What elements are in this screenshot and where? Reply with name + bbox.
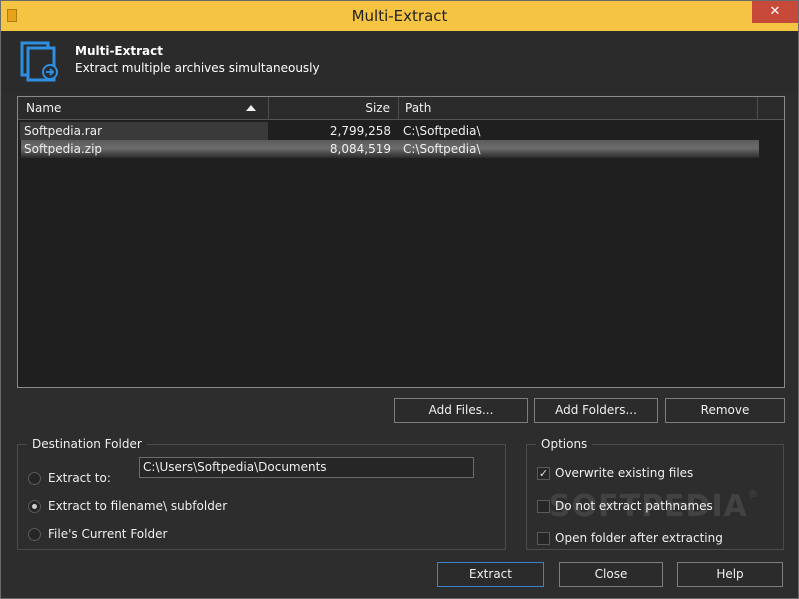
cell-path: C:\Softpedia\ (403, 142, 481, 156)
cell-name: Softpedia.rar (24, 124, 103, 138)
column-header-path[interactable]: Path (399, 97, 758, 120)
sort-ascending-icon (246, 105, 256, 111)
destination-path-input[interactable]: C:\Users\Softpedia\Documents (139, 457, 474, 478)
archive-file-list[interactable]: Name Size Path Softpedia.rar 2,799,258 C… (17, 96, 785, 388)
table-row[interactable]: Softpedia.rar 2,799,258 C:\Softpedia\ (18, 122, 784, 140)
close-button[interactable]: Close (559, 562, 663, 587)
window-close-button[interactable]: ✕ (752, 1, 798, 23)
header-subtitle: Extract multiple archives simultaneously (75, 61, 320, 75)
checkbox-box[interactable] (537, 532, 550, 545)
cell-name: Softpedia.zip (24, 142, 103, 156)
column-header-size[interactable]: Size (269, 97, 399, 120)
radio-button-selected[interactable] (28, 500, 41, 513)
options-legend: Options (536, 437, 593, 451)
archive-extract-icon (20, 41, 58, 82)
extract-to-subfolder-label: Extract to filename\ subfolder (48, 499, 228, 513)
current-folder-label: File's Current Folder (48, 527, 168, 541)
header-title: Multi-Extract (75, 44, 163, 58)
cell-size: 2,799,258 (329, 124, 391, 138)
dialog-header: Multi-Extract Extract multiple archives … (2, 32, 798, 92)
column-name-label: Name (26, 101, 62, 115)
add-folders-button[interactable]: Add Folders... (534, 398, 658, 423)
table-row[interactable]: Softpedia.zip 8,084,519 C:\Softpedia\ (21, 140, 759, 158)
checkmark-icon[interactable]: ✓ (537, 467, 550, 480)
overwrite-existing-label: Overwrite existing files (555, 466, 694, 480)
help-button[interactable]: Help (677, 562, 783, 587)
column-header-name[interactable]: Name (18, 97, 269, 120)
softpedia-watermark: SOFTPEDIA® (549, 489, 759, 524)
watermark-text: SOFTPEDIA (549, 489, 748, 524)
remove-button[interactable]: Remove (665, 398, 785, 423)
cell-path: C:\Softpedia\ (403, 124, 481, 138)
multi-extract-window: Multi-Extract ✕ Multi-Extract Extract mu… (0, 0, 799, 599)
title-bar[interactable]: Multi-Extract ✕ (1, 1, 798, 31)
extract-button[interactable]: Extract (437, 562, 544, 587)
radio-button[interactable] (28, 472, 41, 485)
radio-button[interactable] (28, 528, 41, 541)
cell-size: 8,084,519 (329, 142, 391, 156)
list-header: Name Size Path (18, 97, 784, 120)
column-header-filler (758, 97, 784, 120)
destination-folder-group: Destination Folder Extract to: C:\Users\… (17, 437, 506, 550)
add-files-button[interactable]: Add Files... (394, 398, 528, 423)
open-folder-label: Open folder after extracting (555, 531, 723, 545)
watermark-registered-mark: ® (747, 489, 759, 500)
window-title: Multi-Extract (351, 7, 448, 25)
destination-folder-legend: Destination Folder (27, 437, 147, 451)
extract-to-label: Extract to: (48, 471, 111, 485)
